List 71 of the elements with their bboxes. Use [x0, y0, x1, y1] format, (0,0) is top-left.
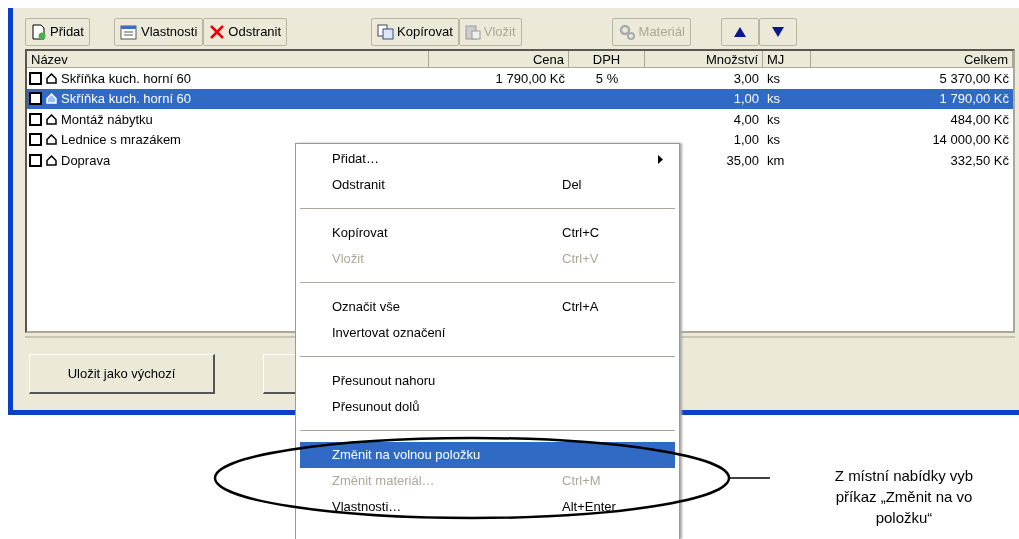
- item-name[interactable]: Lednice s mrazákem: [61, 130, 181, 150]
- delete-icon: [209, 24, 226, 40]
- table-cell: 5 370,00 Kč: [939, 70, 1009, 86]
- column-header[interactable]: Název: [27, 51, 429, 68]
- table-cell: 484,00 Kč: [950, 111, 1009, 127]
- column-header[interactable]: DPH: [569, 51, 645, 68]
- gears-icon: [617, 24, 636, 40]
- save-default-button[interactable]: Uložit jako výchozí: [29, 354, 215, 394]
- shortcut-text: Ctrl+M: [562, 472, 601, 491]
- menu-item[interactable]: Kopírovat Ctrl+C: [300, 220, 675, 246]
- menu-item[interactable]: Přidat…: [300, 146, 675, 172]
- table-cell: 332,50 Kč: [950, 152, 1009, 168]
- menu-item[interactable]: Přesunout nahoru: [300, 368, 675, 394]
- item-name[interactable]: Skříňka kuch. horní 60: [61, 89, 192, 109]
- new-page-icon: [31, 24, 47, 40]
- table-cell: 35,00: [726, 152, 759, 168]
- menu-item[interactable]: Označit vše Ctrl+A: [300, 294, 675, 320]
- leader-line: [729, 477, 771, 479]
- table-cell: ks: [767, 70, 780, 86]
- move-up-button[interactable]: [720, 18, 759, 46]
- callout-text: Z místní nabídky vyb příkaz „Změnit na vo položku“: [833, 466, 975, 528]
- menu-item[interactable]: Přesunout dolů: [300, 394, 675, 420]
- table-cell: km: [767, 152, 785, 168]
- house-icon: [46, 93, 57, 105]
- shortcut-text: Del: [562, 176, 582, 195]
- shortcut-text: Ctrl+A: [562, 298, 599, 317]
- column-header[interactable]: Množství: [645, 51, 763, 68]
- menu-item[interactable]: Změnit na volnou položku: [300, 442, 675, 468]
- arrow-up-icon: [733, 27, 746, 37]
- checkbox[interactable]: [29, 153, 42, 167]
- table-cell: 14 000,00 Kč: [932, 132, 1009, 147]
- shortcut-text: Ctrl+C: [562, 224, 600, 243]
- column-header[interactable]: MJ: [763, 51, 811, 68]
- copy-button[interactable]: Kopírovat: [371, 18, 459, 46]
- properties-button[interactable]: Vlastnosti: [113, 18, 204, 46]
- table-cell: 5 %: [595, 70, 619, 86]
- menu-item[interactable]: Odstranit Del: [300, 172, 675, 198]
- table-cell: ks: [767, 91, 780, 106]
- table-cell: 1,00: [733, 132, 759, 147]
- table-cell: 1 790,00 Kč: [495, 70, 565, 86]
- checkbox[interactable]: [29, 112, 42, 126]
- form-window-icon: [119, 24, 138, 40]
- clipboard-icon: [464, 24, 481, 40]
- add-button[interactable]: Přidat: [25, 18, 90, 46]
- table-cell: 4,00: [733, 111, 759, 127]
- table-cell: 3,00: [733, 70, 759, 86]
- house-icon: [46, 154, 57, 166]
- table-cell: ks: [767, 132, 780, 147]
- checkbox[interactable]: [29, 92, 42, 106]
- menu-item[interactable]: Vlastnosti… Alt+Enter: [300, 494, 675, 520]
- selected-row[interactable]: Skříňka kuch. horní 60 1,00 ks 1 790,00 Kč: [27, 88, 1013, 109]
- shortcut-text: Ctrl+V: [562, 250, 599, 269]
- move-down-button[interactable]: [758, 18, 797, 46]
- shortcut-text: Alt+Enter: [562, 498, 616, 517]
- house-icon: [46, 113, 57, 125]
- item-name[interactable]: Doprava: [61, 150, 111, 170]
- table-cell: 1,00: [733, 91, 759, 106]
- menu-item[interactable]: Invertovat označení: [300, 320, 675, 346]
- checkbox[interactable]: [29, 133, 42, 147]
- delete-button[interactable]: Odstranit: [203, 18, 288, 46]
- item-name[interactable]: Skříňka kuch. horní 60: [61, 68, 192, 88]
- table-cell: ks: [767, 111, 780, 127]
- checkbox[interactable]: [29, 71, 42, 85]
- copy-icon: [377, 24, 395, 40]
- table-cell: 1 790,00 Kč: [939, 91, 1009, 106]
- column-header[interactable]: Celkem: [811, 51, 1013, 68]
- house-icon: [46, 134, 57, 146]
- house-icon: [46, 72, 57, 84]
- column-header[interactable]: Cena: [429, 51, 569, 68]
- item-name[interactable]: Montáž nábytku: [61, 109, 153, 129]
- arrow-down-icon: [771, 27, 784, 37]
